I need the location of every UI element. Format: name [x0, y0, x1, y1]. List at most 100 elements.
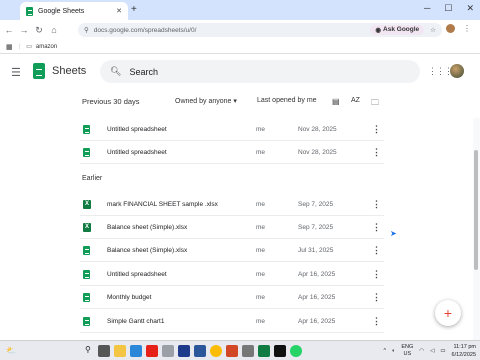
file-owner: me	[256, 317, 266, 325]
bookmark-star-icon[interactable]: ☆	[430, 26, 436, 34]
file-row[interactable]: Untitled spreadsheet me Apr 16, 2025 ⋮	[80, 263, 384, 286]
clock-date: 6/12/2025	[451, 352, 476, 358]
region-text: US	[403, 351, 412, 357]
clock[interactable]: 11:17 pm 6/12/2025	[452, 343, 476, 359]
folder-icon: ▭	[26, 44, 32, 50]
section-earlier-heading: Earlier	[82, 175, 103, 182]
more-options-icon[interactable]: ⋮	[372, 147, 381, 158]
grid-view-icon[interactable]: ▤	[332, 97, 340, 106]
bookmarks-bar: ▦ | ▭ amazon	[0, 40, 480, 54]
language-indicator[interactable]: ENG US	[401, 344, 413, 358]
main-menu-icon[interactable]: ☰	[11, 66, 21, 79]
close-window-icon[interactable]: ✕	[466, 3, 474, 14]
file-last-opened: Sep 7, 2025	[298, 223, 334, 231]
ask-google-label: Ask Google	[383, 26, 420, 33]
sort-az-icon[interactable]: AZ	[351, 97, 360, 104]
more-options-icon[interactable]: ⋮	[372, 124, 381, 135]
browser-menu-icon[interactable]: ⋮	[463, 24, 471, 33]
tray-chevron-icon[interactable]: ^	[383, 348, 386, 354]
file-row[interactable]: Balance sheet (Simple).xlsx me Jul 31, 202…	[80, 239, 384, 262]
excel-file-icon: X	[83, 222, 91, 232]
file-name: Untitled spreadsheet	[107, 125, 167, 133]
maximize-icon[interactable]: ☐	[444, 3, 452, 14]
home-icon[interactable]: ⌂	[48, 25, 60, 35]
whatsapp-icon[interactable]	[289, 344, 302, 357]
reload-icon[interactable]: ↻	[33, 25, 45, 36]
bookmark-amazon[interactable]: amazon	[36, 44, 57, 50]
wifi-icon[interactable]: ◠	[419, 348, 424, 354]
start-icon[interactable]	[66, 345, 78, 357]
sheets-file-icon	[83, 147, 90, 157]
word-icon[interactable]	[193, 344, 206, 357]
file-owner: me	[256, 293, 266, 301]
file-last-opened: Nov 28, 2025	[298, 125, 337, 133]
tray-app-icon[interactable]: ◐	[392, 348, 395, 354]
minimize-icon[interactable]: ─	[424, 3, 430, 14]
store-icon[interactable]	[129, 344, 142, 357]
period-heading: Previous 30 days	[82, 97, 140, 106]
search-icon[interactable]: 🔍︎	[110, 66, 121, 77]
file-row[interactable]: Untitled spreadsheet me Nov 28, 2025 ⋮	[80, 141, 384, 164]
file-row[interactable]: Monthly budget me Apr 16, 2025 ⋮	[80, 286, 384, 309]
file-owner: me	[256, 125, 266, 133]
back-icon[interactable]: ←	[3, 25, 15, 35]
app-title[interactable]: Sheets	[52, 65, 86, 77]
battery-icon[interactable]: ▭	[440, 348, 445, 354]
address-bar[interactable]: ⚲ docs.google.com/spreadsheets/u/0/ ◉ As…	[78, 23, 442, 37]
camera-icon[interactable]	[241, 344, 254, 357]
file-row[interactable]: Xmark FINANCIAL SHEET sample .xlsx me Sep …	[80, 193, 384, 216]
explorer-icon[interactable]	[113, 344, 126, 357]
file-last-opened: Apr 16, 2025	[298, 317, 336, 325]
more-options-icon[interactable]: ⋮	[372, 245, 381, 256]
browser-tab[interactable]: Google Sheets ✕	[20, 2, 128, 20]
chrome-icon[interactable]	[209, 344, 222, 357]
site-info-icon[interactable]: ⚲	[84, 26, 89, 34]
file-row[interactable]: Untitled spreadsheet me Nov 28, 2025 ⋮	[80, 118, 384, 141]
url-text: docs.google.com/spreadsheets/u/0/	[93, 26, 197, 34]
sort-filter[interactable]: Last opened by me	[257, 97, 317, 104]
volume-icon[interactable]: ◁	[430, 348, 434, 354]
scrollbar-thumb[interactable]	[474, 150, 478, 270]
youtube-icon[interactable]	[145, 344, 158, 357]
search-input[interactable]: Search	[129, 67, 158, 77]
plus-icon: +	[443, 305, 453, 321]
close-tab-icon[interactable]: ✕	[116, 7, 122, 15]
file-name: Untitled spreadsheet	[107, 270, 167, 278]
search-taskbar-icon[interactable]: ⚲	[82, 345, 94, 357]
file-name: Monthly budget	[107, 293, 152, 301]
sheets-file-icon	[83, 124, 90, 134]
profile-icon[interactable]	[446, 24, 455, 33]
sheets-logo-icon[interactable]	[33, 63, 45, 79]
file-last-opened: Apr 16, 2025	[298, 270, 336, 278]
more-options-icon[interactable]: ⋮	[372, 269, 381, 280]
file-owner: me	[256, 200, 266, 208]
file-owner: me	[256, 270, 266, 278]
google-apps-icon[interactable]: ⋮⋮⋮	[428, 66, 453, 77]
more-options-icon[interactable]: ⋮	[372, 199, 381, 210]
apps-icon[interactable]: ▦	[6, 43, 13, 51]
divider: |	[18, 43, 21, 50]
weather-icon[interactable]: ⛅	[6, 346, 16, 355]
search-bar[interactable]: 🔍︎ Search	[100, 60, 420, 83]
toolbar-right: ⋮	[446, 24, 471, 33]
folder-picker-icon[interactable]: 🗀	[371, 97, 379, 111]
tiktok-icon[interactable]	[273, 344, 286, 357]
ask-google-button[interactable]: ◉ Ask Google	[370, 25, 425, 35]
more-options-icon[interactable]: ⋮	[372, 292, 381, 303]
owner-filter[interactable]: Owned by anyone ▾	[175, 97, 237, 105]
task-view-icon[interactable]	[97, 344, 110, 357]
forward-icon[interactable]: →	[18, 25, 30, 35]
avatar[interactable]	[450, 64, 464, 78]
more-options-icon[interactable]: ⋮	[372, 222, 381, 233]
file-owner: me	[256, 148, 266, 156]
powerpoint-icon[interactable]	[225, 344, 238, 357]
file-row[interactable]: Simple Gantt chart1 me Apr 16, 2025 ⋮	[80, 310, 384, 333]
excel-icon[interactable]	[257, 344, 270, 357]
mail-icon[interactable]	[161, 344, 174, 357]
more-options-icon[interactable]: ⋮	[372, 316, 381, 327]
system-tray: ^ ◐ ENG US ◠ ◁ ▭ 11:17 pm 6/12/2025	[383, 343, 476, 359]
file-row[interactable]: X Balance sheet (Simple).xlsx me Sep 7, 202…	[80, 216, 384, 239]
app-om-icon[interactable]	[177, 344, 190, 357]
new-tab-icon[interactable]: +	[131, 4, 137, 15]
create-new-button[interactable]: +	[435, 300, 461, 326]
